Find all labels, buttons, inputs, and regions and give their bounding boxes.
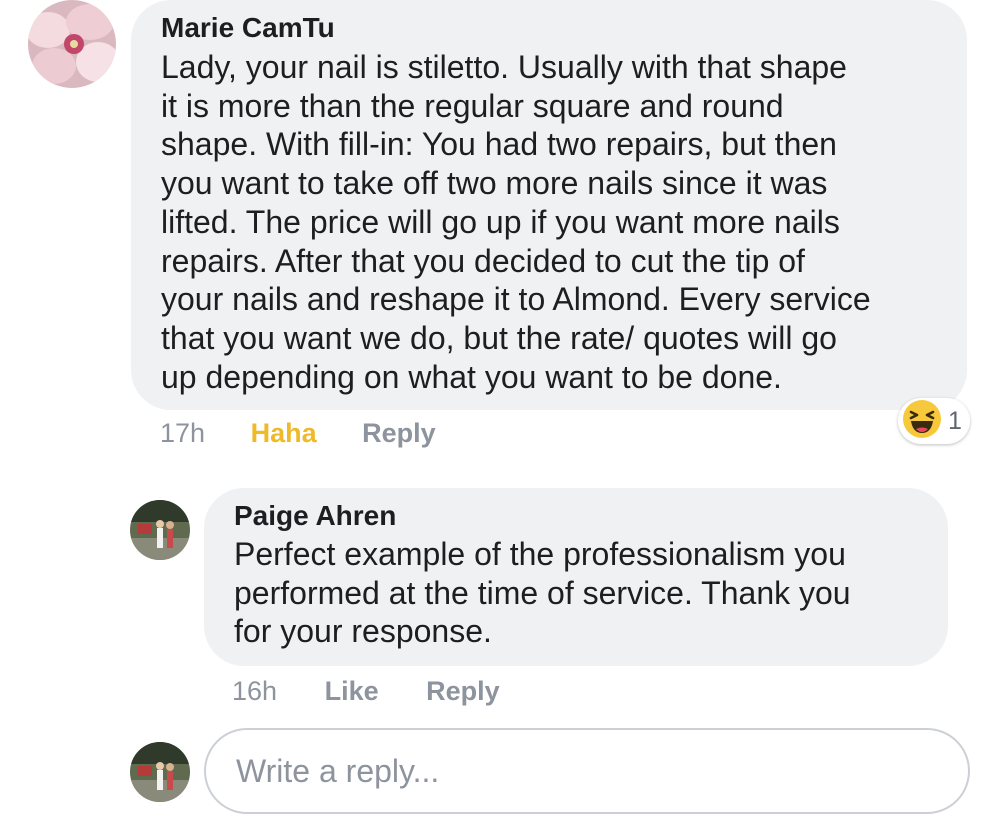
reaction-summary[interactable]: 1 <box>898 398 970 444</box>
reply-reply-button[interactable]: Reply <box>426 676 500 706</box>
comment-line: shape. With fill-in: You had two repairs… <box>161 126 837 163</box>
comment-line: repairs. After that you decided to cut t… <box>161 242 805 279</box>
comment-line: lifted. The price will go up if you want… <box>161 203 840 240</box>
reply-composer[interactable] <box>204 728 970 814</box>
comment-time[interactable]: 17h <box>160 418 205 448</box>
comment-line: you want to take off two more nails sinc… <box>161 165 828 202</box>
reply-author[interactable]: Paige Ahren <box>234 500 924 532</box>
avatar-marie[interactable] <box>28 0 116 88</box>
comment-line: it is more than the regular square and r… <box>161 87 784 124</box>
comment-bubble: Marie CamTu Lady, your nail is stiletto.… <box>131 0 967 410</box>
reply-line: performed at the time of service. Thank … <box>234 574 851 611</box>
composer-avatar <box>130 742 190 802</box>
comment-text: Lady, your nail is stiletto. Usually wit… <box>161 48 939 396</box>
comment-author[interactable]: Marie CamTu <box>161 12 939 44</box>
reply-actions: 16h Like Reply <box>232 676 500 707</box>
reply-text: Perfect example of the professionalism y… <box>234 535 924 651</box>
comment-line: your nails and reshape it to Almond. Eve… <box>161 281 871 318</box>
comment-actions: 17h Haha Reply <box>160 418 436 449</box>
reaction-count: 1 <box>948 406 962 435</box>
reply-time[interactable]: 16h <box>232 676 277 706</box>
avatar-paige[interactable] <box>130 500 190 560</box>
haha-emoji-icon <box>902 399 942 444</box>
comment-line: that you want we do, but the rate/ quote… <box>161 319 837 356</box>
reply-bubble: Paige Ahren Perfect example of the profe… <box>204 488 948 666</box>
reply-line: Perfect example of the professionalism y… <box>234 536 846 572</box>
reply-input[interactable] <box>234 751 968 791</box>
haha-button[interactable]: Haha <box>251 418 317 448</box>
reply-line: for your response. <box>234 613 492 650</box>
comment-line: Lady, your nail is stiletto. Usually wit… <box>161 49 847 85</box>
comment-line: up depending on what you want to be done… <box>161 358 782 395</box>
reply-button[interactable]: Reply <box>362 418 436 448</box>
like-button[interactable]: Like <box>325 676 379 706</box>
